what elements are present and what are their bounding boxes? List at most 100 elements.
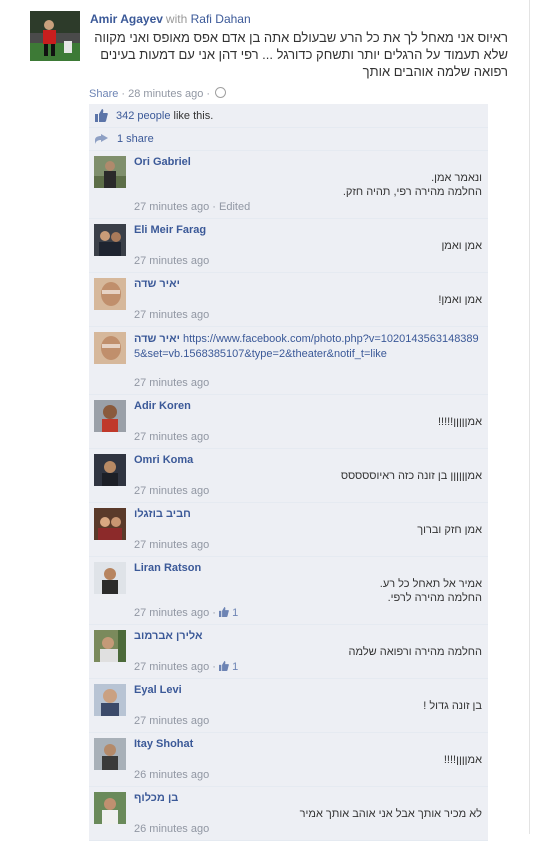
like-count-value: 1 <box>232 661 239 673</box>
commenter-name[interactable]: אלירן אברמוב <box>134 630 203 642</box>
comment-meta: 27 minutes ago <box>134 539 209 551</box>
commenter-name[interactable]: בן מכלוף <box>134 792 178 804</box>
thumbs-up-icon <box>219 661 229 671</box>
comment-timestamp[interactable]: 27 minutes ago <box>134 309 209 321</box>
commenter-avatar[interactable] <box>94 684 126 716</box>
comment-meta: 27 minutes ago · 1 <box>134 607 239 619</box>
commenter-avatar[interactable] <box>94 454 126 486</box>
separator: · <box>118 88 129 100</box>
commenter-avatar[interactable] <box>94 156 126 188</box>
commenter-avatar[interactable] <box>94 738 126 770</box>
comment-meta: 27 minutes ago · 1 <box>134 661 239 673</box>
comment-timestamp[interactable]: 27 minutes ago <box>134 431 209 443</box>
globe-icon[interactable] <box>215 87 227 98</box>
commenter-name[interactable]: יאיר שדה <box>134 278 180 290</box>
commenter-name[interactable]: Itay Shohat <box>134 738 193 750</box>
commenter-name[interactable]: חביב בוזגלו <box>134 508 191 520</box>
comment-meta: 27 minutes ago <box>134 431 209 443</box>
comment-item: אלירן אברמוב החלמה מהירה ורפואה שלמה 27 … <box>89 625 488 679</box>
commenter-avatar[interactable] <box>94 400 126 432</box>
comment-url-line: יאיר שדה https://www.facebook.com/photo.… <box>134 332 482 362</box>
edited-label[interactable]: Edited <box>219 201 250 213</box>
comment-text: אמןןןןןן בן זונה כזה ראיוססססס <box>340 470 482 482</box>
commenter-avatar[interactable] <box>94 224 126 256</box>
comment-text: בן זונה גדול ! <box>423 700 482 712</box>
comment-item: Itay Shohat אמןןןן!!!! 26 minutes ago <box>89 733 488 787</box>
comment-item: יאיר שדה https://www.facebook.com/photo.… <box>89 327 488 395</box>
comment-timestamp[interactable]: 27 minutes ago <box>134 255 209 267</box>
likes-suffix: like this. <box>170 110 214 122</box>
post-author-name[interactable]: Amir Agayev <box>90 12 163 26</box>
comment-meta: 26 minutes ago <box>134 823 209 835</box>
page-right-border <box>529 0 530 834</box>
commenter-avatar[interactable] <box>94 630 126 662</box>
commenter-avatar[interactable] <box>94 332 126 364</box>
comment-timestamp[interactable]: 27 minutes ago <box>134 485 209 497</box>
comment-item: Eli Meir Farag אמן ואמן 27 minutes ago <box>89 219 488 273</box>
comment-link[interactable]: https://www.facebook.com/photo.php?v=102… <box>134 333 479 360</box>
comment-like-count[interactable]: 1 <box>219 661 238 673</box>
with-label: with <box>165 12 188 26</box>
commenter-avatar[interactable] <box>94 508 126 540</box>
like-count-value: 1 <box>232 607 239 619</box>
comment-item: Liran Ratson אמיר אל תאחל כל רע. החלמה מ… <box>89 557 488 625</box>
commenter-avatar[interactable] <box>94 278 126 310</box>
comment-meta: 27 minutes ago <box>134 485 209 497</box>
post-header: Amir Agayev with Rafi Dahan <box>90 12 251 26</box>
comment-text: ונאמר אמן. החלמה מהירה רפי, תהיה חזק. <box>342 172 482 198</box>
comment-timestamp[interactable]: 27 minutes ago <box>134 661 209 673</box>
comment-item: יאיר שדה אמן ואמן! 27 minutes ago <box>89 273 488 327</box>
commenter-name[interactable]: Adir Koren <box>134 400 191 412</box>
comment-timestamp[interactable]: 26 minutes ago <box>134 769 209 781</box>
comment-meta: 27 minutes ago <box>134 715 209 727</box>
comment-meta: 27 minutes ago <box>134 377 209 389</box>
thumbs-up-icon <box>219 607 229 617</box>
post-text: ראיוס אני מאחל לך את כל הרע שבעולם אתה ב… <box>94 30 508 79</box>
comment-item: Eyal Levi בן זונה גדול ! 27 minutes ago <box>89 679 488 733</box>
post-timestamp[interactable]: 28 minutes ago <box>128 88 203 100</box>
commenter-avatar[interactable] <box>94 792 126 824</box>
shares-summary: 1 share <box>89 128 488 151</box>
shares-count-link[interactable]: 1 share <box>117 133 154 145</box>
comment-timestamp[interactable]: 26 minutes ago <box>134 823 209 835</box>
tagged-user-link[interactable]: Rafi Dahan <box>191 12 251 26</box>
commenter-name[interactable]: Eyal Levi <box>134 684 182 696</box>
comment-item: בן מכלוף לא מכיר אותך אבל אני אוהב אותך … <box>89 787 488 841</box>
comment-timestamp[interactable]: 27 minutes ago <box>134 377 209 389</box>
likes-count-link[interactable]: 342 people <box>116 110 170 122</box>
comment-text: אמיר אל תאחל כל רע. החלמה מהירה לרפי. <box>379 578 482 604</box>
share-icon <box>95 134 108 144</box>
comment-text: החלמה מהירה ורפואה שלמה <box>348 646 482 658</box>
comment-item: Ori Gabriel ונאמר אמן. החלמה מהירה רפי, … <box>89 151 488 219</box>
post-actions: Share · 28 minutes ago · <box>89 87 227 100</box>
comment-timestamp[interactable]: 27 minutes ago <box>134 715 209 727</box>
likes-summary: 342 people like this. <box>89 104 488 128</box>
commenter-name[interactable]: Liran Ratson <box>134 562 201 574</box>
commenter-name[interactable]: Omri Koma <box>134 454 193 466</box>
comment-text: אמןןןןן!!!!! <box>437 416 482 428</box>
comment-text: לא מכיר אותך אבל אני אוהב אותך אמיר <box>299 808 482 820</box>
commenter-name[interactable]: Ori Gabriel <box>134 156 191 168</box>
comment-text: אמןןןן!!!! <box>443 754 482 766</box>
comment-timestamp[interactable]: 27 minutes ago <box>134 607 209 619</box>
comment-meta: 27 minutes ago · Edited <box>134 201 251 213</box>
comment-item: Omri Koma אמןןןןןן בן זונה כזה ראיוססססס… <box>89 449 488 503</box>
comment-item: חביב בוזגלו אמן חזק וברוך 27 minutes ago <box>89 503 488 557</box>
commenter-avatar[interactable] <box>94 562 126 594</box>
comment-timestamp[interactable]: 27 minutes ago <box>134 201 209 213</box>
comment-timestamp[interactable]: 27 minutes ago <box>134 539 209 551</box>
feedback-box: 342 people like this. 1 share Ori Gabrie… <box>89 104 488 841</box>
comment-meta: 27 minutes ago <box>134 255 209 267</box>
comment-text: אמן ואמן <box>441 240 482 252</box>
comment-item: Adir Koren אמןןןןן!!!!! 27 minutes ago <box>89 395 488 449</box>
post-author-avatar[interactable] <box>30 11 80 61</box>
comment-text: אמן ואמן! <box>438 294 482 306</box>
comment-like-count[interactable]: 1 <box>219 607 238 619</box>
comment-meta: 27 minutes ago <box>134 309 209 321</box>
comment-meta: 26 minutes ago <box>134 769 209 781</box>
commenter-name[interactable]: יאיר שדה <box>134 333 180 345</box>
share-link[interactable]: Share <box>89 88 118 100</box>
thumbs-up-icon <box>95 109 108 122</box>
commenter-name[interactable]: Eli Meir Farag <box>134 224 206 236</box>
likes-text: 342 people like this. <box>116 110 213 122</box>
